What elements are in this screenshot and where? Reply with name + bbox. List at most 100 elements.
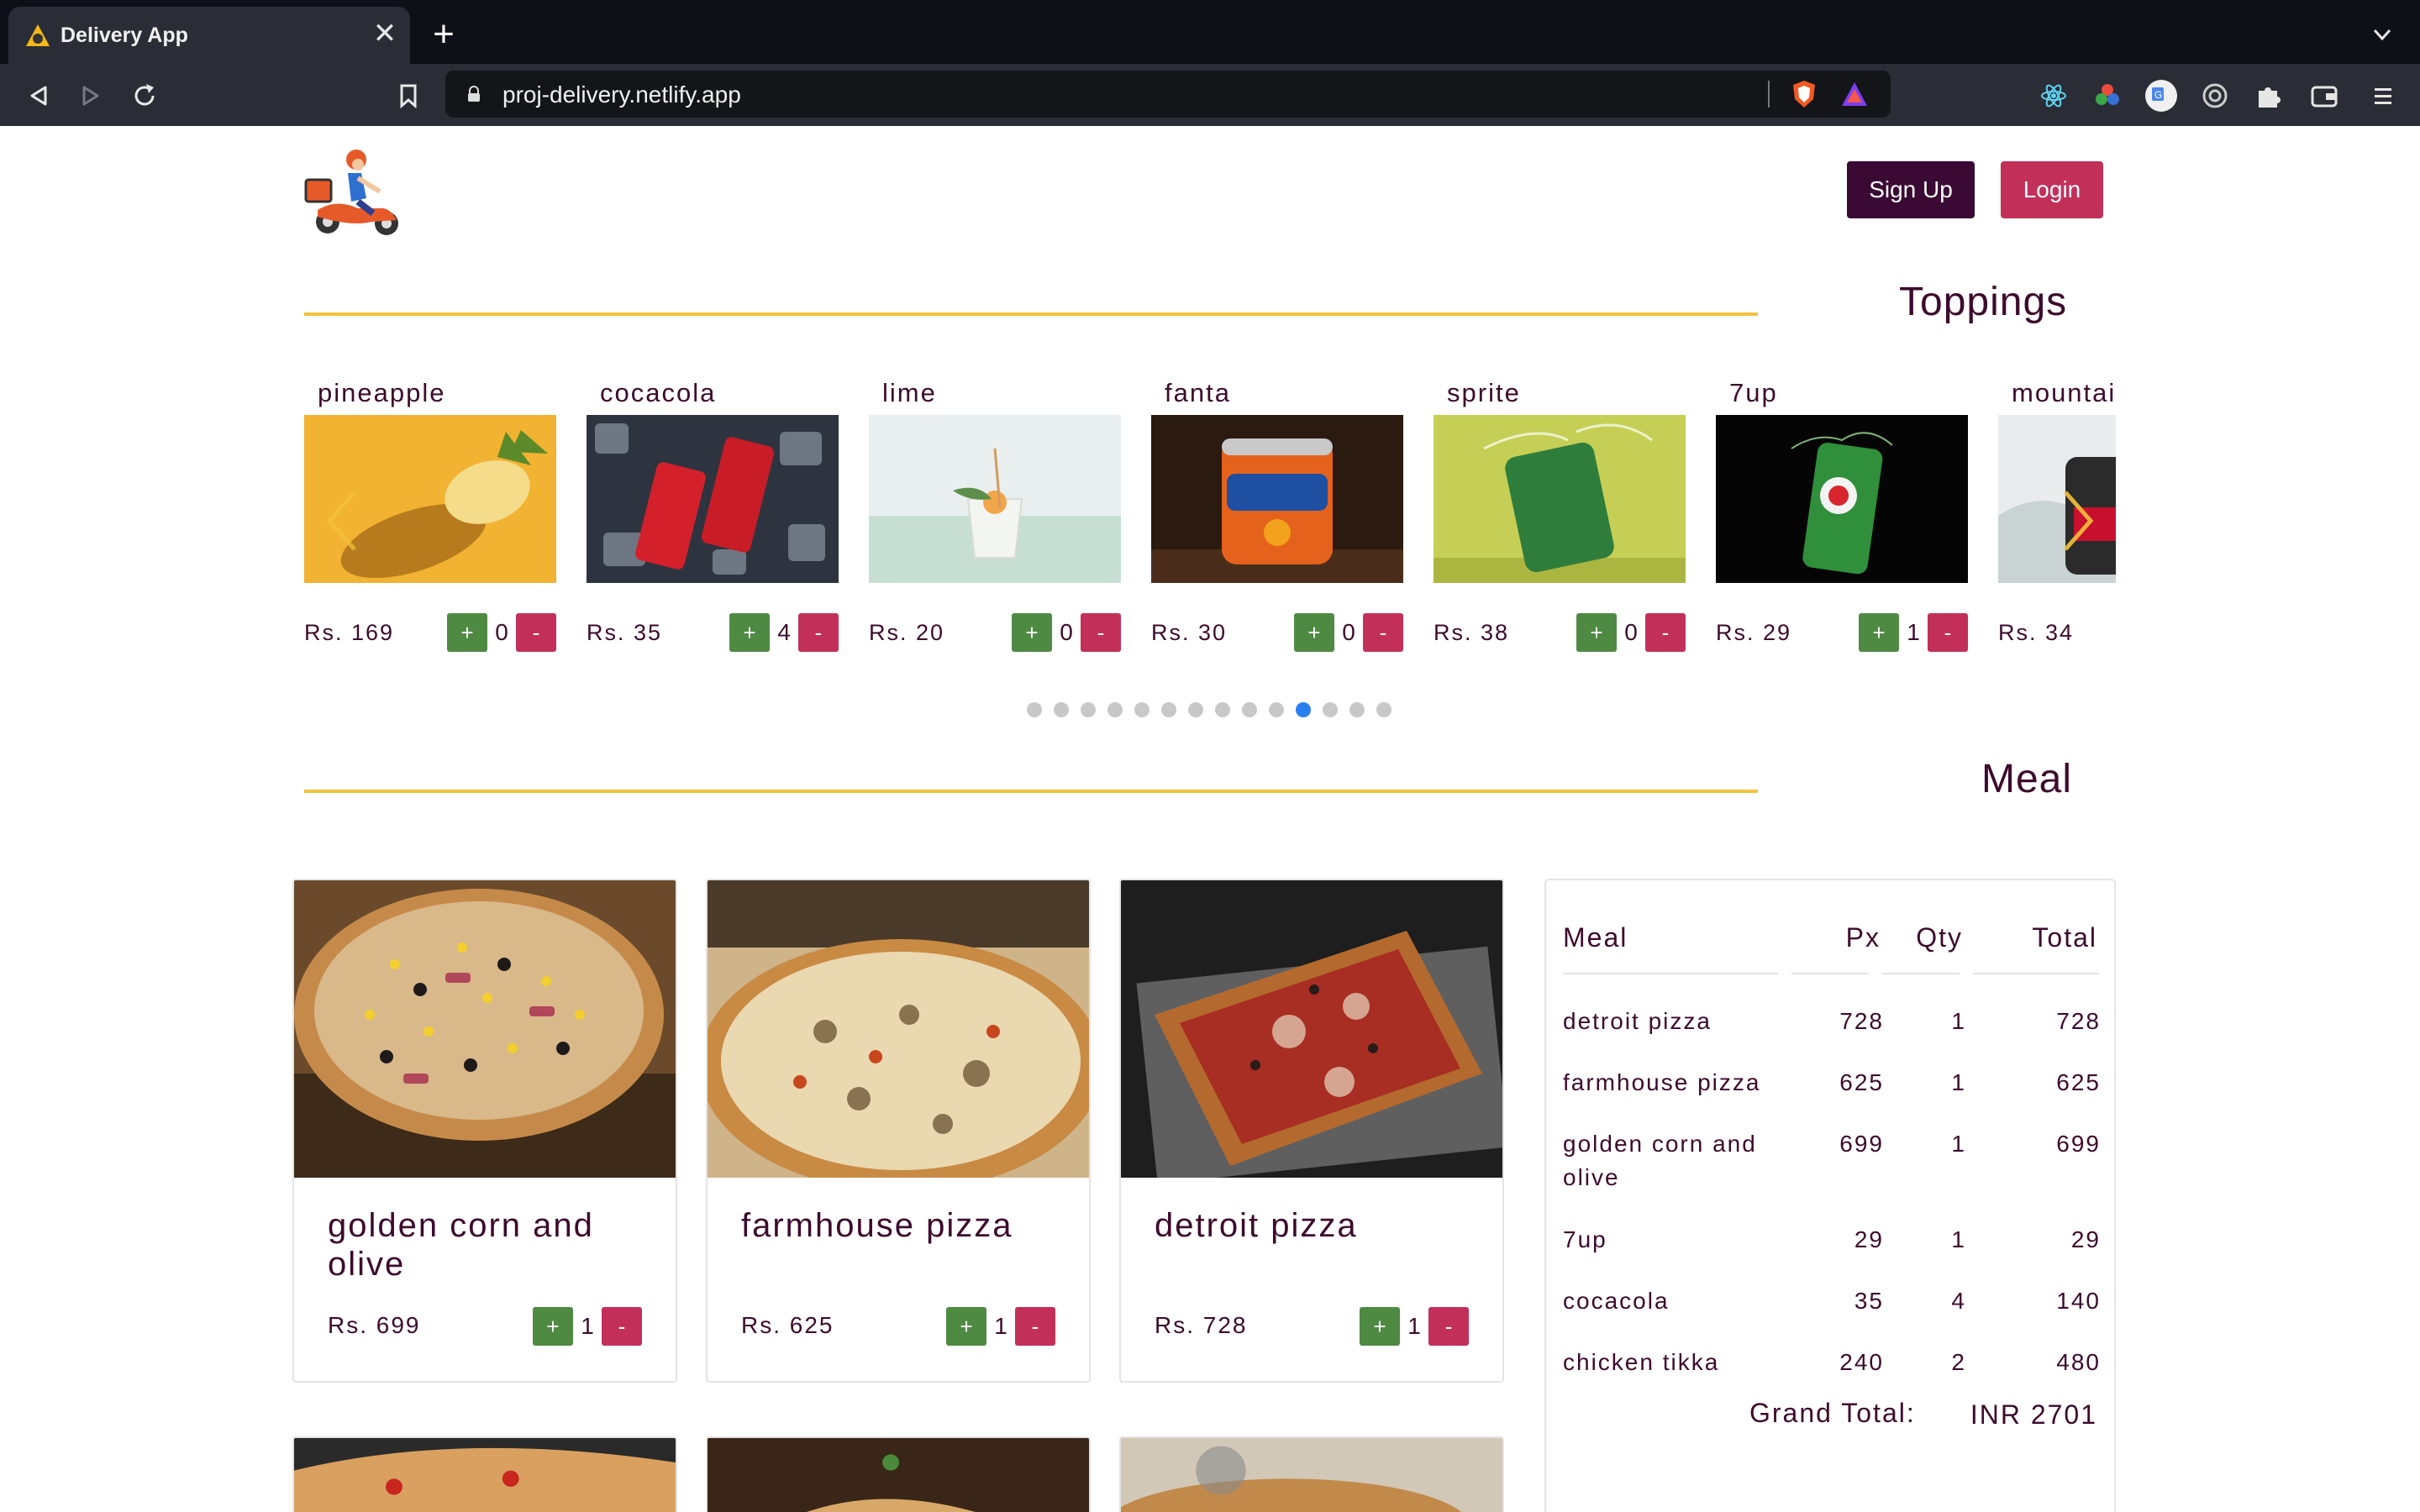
decrease-button[interactable]: - — [1015, 1307, 1055, 1346]
meal-card-image — [292, 1436, 677, 1512]
topping-name: mountai — [2012, 378, 2116, 407]
back-icon[interactable] — [22, 79, 55, 113]
translate-icon[interactable]: G — [2144, 79, 2178, 113]
carousel-dot[interactable] — [1161, 702, 1176, 717]
carousel-next-icon[interactable] — [2052, 479, 2102, 563]
browser-tab[interactable]: Delivery App ✕ — [8, 7, 410, 64]
header-rule — [1973, 973, 2099, 974]
carousel-dot[interactable] — [1242, 702, 1257, 717]
increase-button[interactable]: + — [729, 613, 770, 652]
decrease-button[interactable]: - — [602, 1307, 642, 1346]
color-picker-icon[interactable] — [2091, 79, 2124, 113]
delivery-scooter-logo[interactable] — [302, 139, 407, 244]
carousel-dot[interactable] — [1215, 702, 1230, 717]
bookmark-icon[interactable] — [392, 79, 425, 113]
app-favicon-icon — [26, 24, 50, 46]
sprite-image — [1434, 415, 1686, 583]
chevron-down-icon[interactable] — [2370, 22, 2395, 47]
topping-name: 7up — [1729, 378, 1778, 407]
brave-shields-icon[interactable] — [1790, 79, 1818, 109]
svg-text:G: G — [2154, 89, 2162, 101]
new-tab-button[interactable]: + — [427, 16, 460, 53]
cell-meal: 7up — [1563, 1226, 1607, 1252]
topping-price: Rs. 169 — [304, 620, 395, 645]
carousel-dot[interactable] — [1054, 702, 1069, 717]
decrease-button[interactable]: - — [798, 613, 839, 652]
cocacola-image — [587, 415, 839, 583]
carousel-prev-icon[interactable] — [318, 479, 368, 563]
detroit-pizza-image — [1121, 880, 1502, 1178]
decrease-button[interactable]: - — [1081, 613, 1121, 652]
cell-meal: golden corn and olive — [1563, 1131, 1757, 1190]
cell-meal: farmhouse pizza — [1563, 1069, 1761, 1095]
tab-title: Delivery App — [60, 24, 188, 47]
topping-card: lime Rs. 20 + 0 - — [869, 370, 1121, 664]
increase-button[interactable]: + — [1294, 613, 1334, 652]
toppings-carousel[interactable]: pineapple Rs. 169 + 0 - cocacola Rs. 35 … — [304, 370, 2116, 664]
topping-card: fanta Rs. 30 + 0 - — [1151, 370, 1403, 664]
carousel-dot[interactable] — [1323, 702, 1338, 717]
decrease-button[interactable]: - — [1428, 1307, 1469, 1346]
increase-button[interactable]: + — [447, 613, 487, 652]
quantity-stepper: + 0 - — [1012, 613, 1121, 652]
extensions-puzzle-icon[interactable] — [2252, 79, 2286, 113]
tab-close-icon[interactable]: ✕ — [370, 18, 400, 49]
carousel-dot[interactable] — [1081, 702, 1096, 717]
cell-px: 35 — [1854, 1288, 1884, 1314]
meal-name: detroit pizza — [1155, 1207, 1358, 1244]
menu-icon[interactable] — [2366, 79, 2400, 113]
increase-button[interactable]: + — [1012, 613, 1052, 652]
carousel-dot[interactable] — [1134, 702, 1150, 717]
carousel-dot[interactable] — [1269, 702, 1284, 717]
toppings-title: Toppings — [1899, 280, 2068, 324]
cell-meal: cocacola — [1563, 1288, 1670, 1314]
topping-price: Rs. 29 — [1716, 620, 1792, 645]
carousel-dot[interactable] — [1027, 702, 1042, 717]
login-button[interactable]: Login — [2001, 161, 2103, 218]
decrease-button[interactable]: - — [1928, 613, 1968, 652]
column-header-total: Total — [2032, 922, 2097, 953]
increase-button[interactable]: + — [533, 1307, 573, 1346]
wallet-icon[interactable] — [2307, 79, 2341, 113]
increase-button[interactable]: + — [1859, 613, 1899, 652]
decrease-button[interactable]: - — [1645, 613, 1686, 652]
column-header-meal: Meal — [1563, 922, 1628, 953]
brave-rewards-icon[interactable] — [1840, 81, 1869, 108]
increase-button[interactable]: + — [1576, 613, 1617, 652]
carousel-dot[interactable] — [1296, 702, 1311, 717]
cell-px: 29 — [1854, 1226, 1884, 1252]
signup-button[interactable]: Sign Up — [1847, 161, 1975, 218]
grand-total-value: INR 2701 — [1970, 1399, 2097, 1430]
react-devtools-icon[interactable] — [2037, 79, 2070, 113]
golden-corn-pizza-image — [294, 880, 676, 1178]
omnibox-divider — [1768, 81, 1770, 108]
carousel-dot[interactable] — [1376, 702, 1392, 717]
topping-name: fanta — [1165, 378, 1231, 407]
meal-divider — [304, 790, 1758, 793]
quantity-stepper: + 4 - — [729, 613, 839, 652]
meal-name: farmhouse pizza — [741, 1207, 1013, 1244]
lock-icon — [468, 86, 480, 102]
cell-qty: 1 — [1951, 1008, 1966, 1034]
topping-price: Rs. 35 — [587, 620, 663, 645]
lime-image — [869, 415, 1121, 583]
column-header-qty: Qty — [1916, 922, 1963, 953]
carousel-dot[interactable] — [1188, 702, 1203, 717]
carousel-dot[interactable] — [1349, 702, 1365, 717]
address-bar[interactable]: proj-delivery.netlify.app — [445, 71, 1891, 118]
cell-total: 480 — [2056, 1349, 2101, 1375]
carousel-dots — [1027, 702, 1392, 719]
quantity-value: 1 — [581, 1313, 594, 1339]
7up-image — [1716, 415, 1968, 583]
increase-button[interactable]: + — [1360, 1307, 1400, 1346]
decrease-button[interactable]: - — [516, 613, 556, 652]
decrease-button[interactable]: - — [1363, 613, 1403, 652]
carousel-dot[interactable] — [1107, 702, 1123, 717]
topping-card: sprite Rs. 38 + 0 - — [1434, 370, 1686, 664]
url-text[interactable]: proj-delivery.netlify.app — [502, 81, 741, 108]
forward-icon[interactable] — [74, 79, 108, 113]
cell-total: 29 — [2070, 1226, 2101, 1252]
reload-icon[interactable] — [128, 79, 161, 113]
target-icon[interactable] — [2198, 79, 2232, 113]
increase-button[interactable]: + — [946, 1307, 986, 1346]
